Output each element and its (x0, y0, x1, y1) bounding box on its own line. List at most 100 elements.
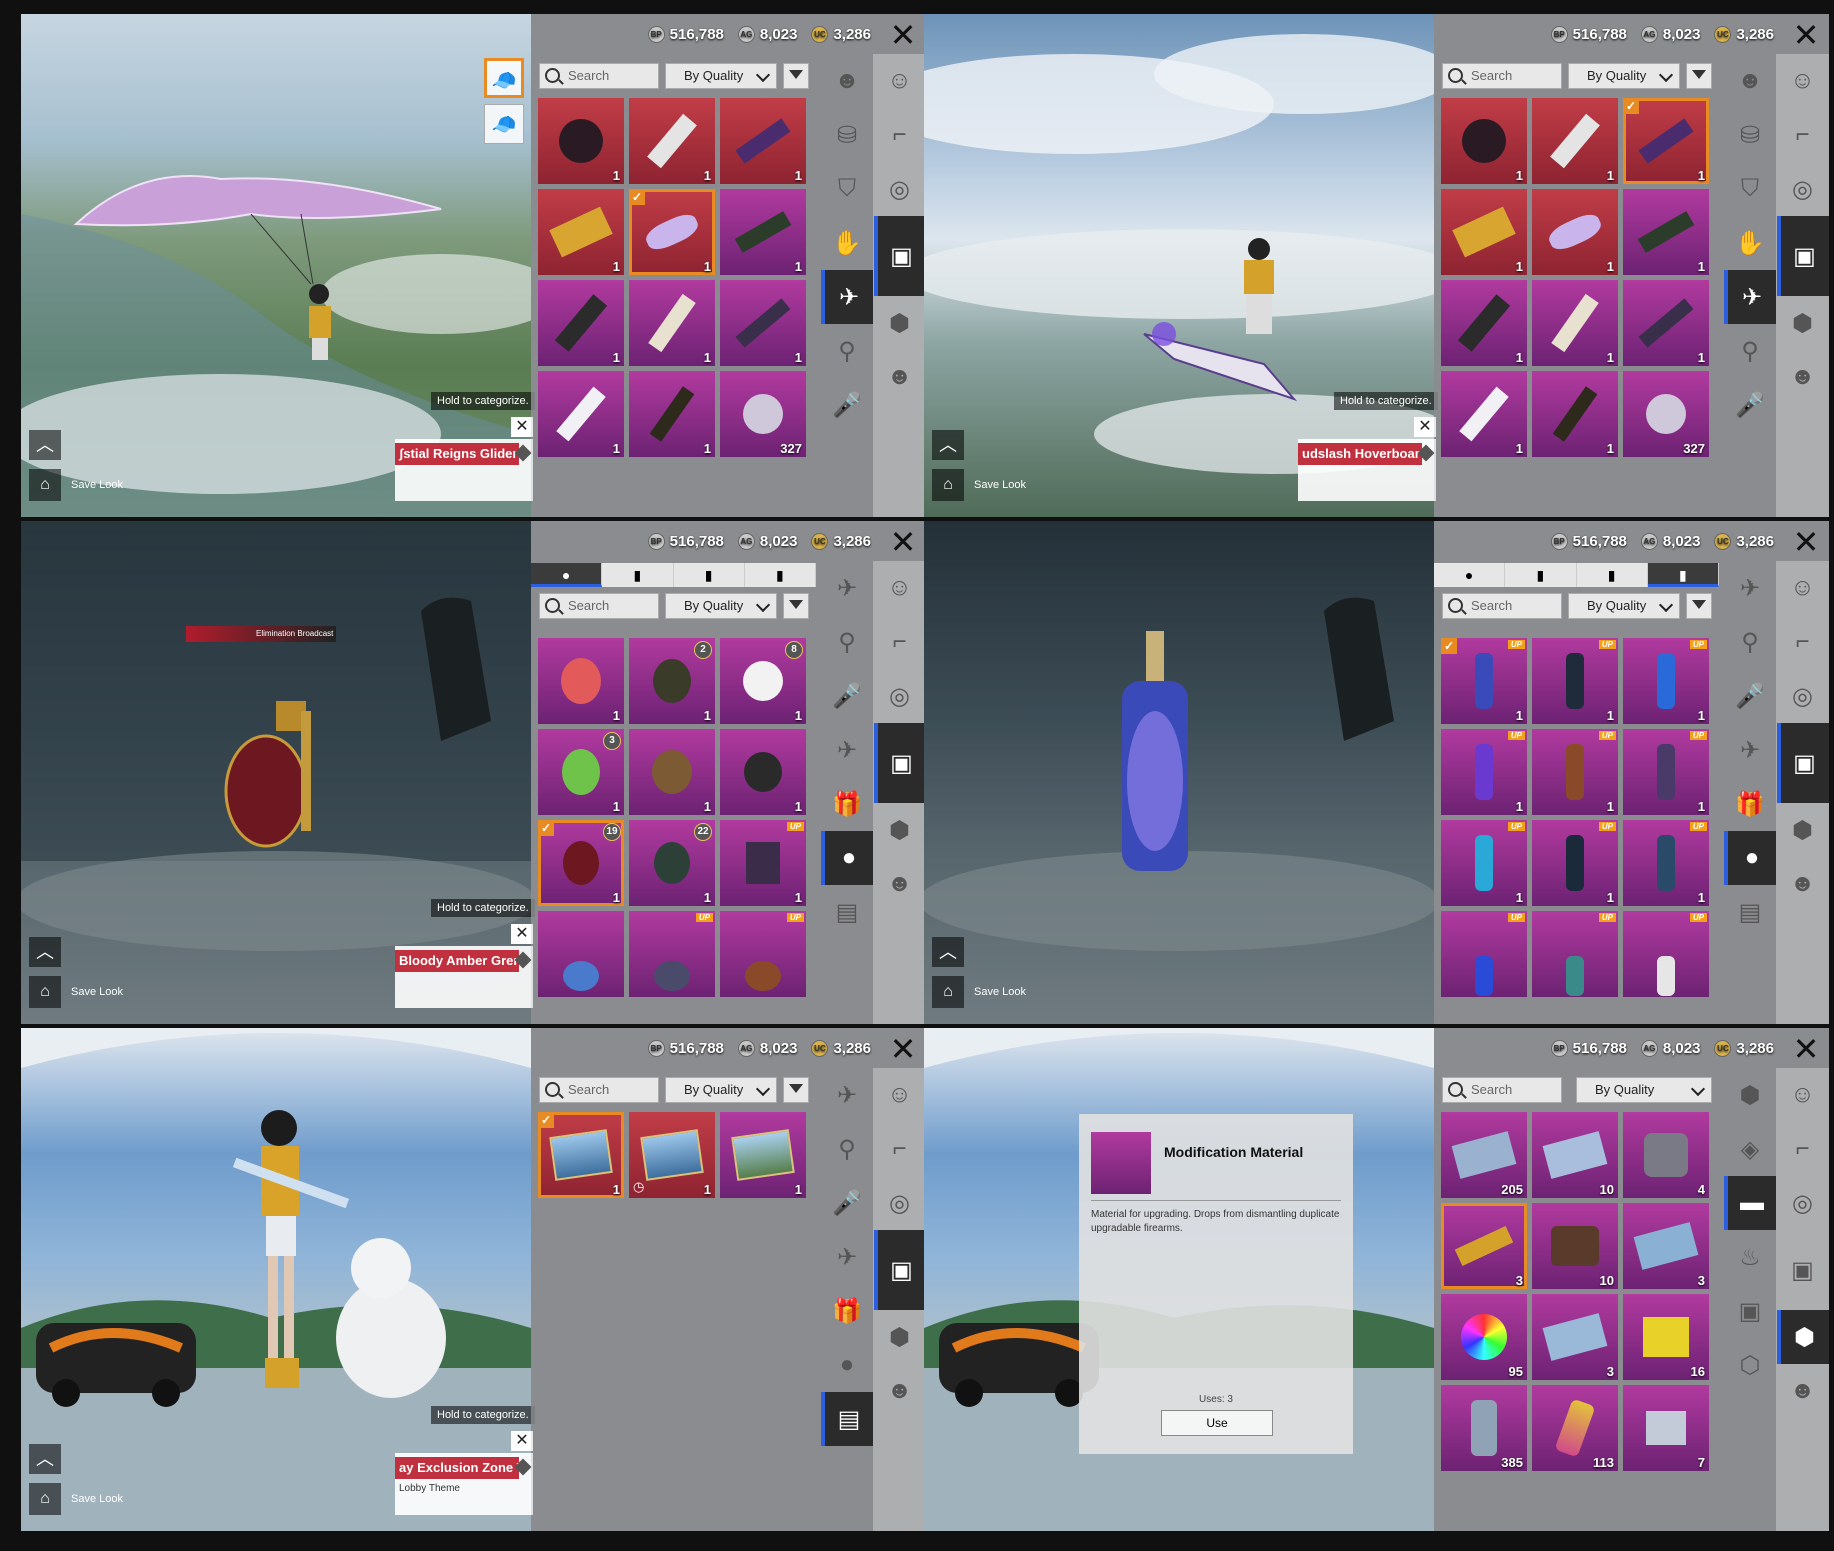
glider-category-icon[interactable]: ✈ (825, 561, 869, 615)
gun-icon[interactable]: ⌐ (1781, 108, 1825, 162)
crate-icon[interactable]: ⬢ (878, 803, 922, 857)
crate-icon[interactable]: ⬢ (1781, 296, 1825, 350)
parachute-icon[interactable]: ⛉ (1728, 162, 1772, 216)
item-slot[interactable]: 1 (629, 98, 715, 184)
item-slot[interactable]: 1 (1532, 280, 1618, 366)
picture-icon[interactable]: ▤ (1728, 885, 1772, 939)
companion-icon[interactable]: ☻ (1781, 350, 1825, 404)
steering-wheel-icon[interactable]: ◎ (1781, 162, 1825, 216)
item-slot[interactable]: 1 (629, 371, 715, 457)
item-slot[interactable]: 1 (538, 638, 624, 724)
item-slot[interactable]: UP (1532, 911, 1618, 997)
search-input[interactable]: Search (539, 63, 659, 89)
inventory-box-icon[interactable]: ▣ (873, 216, 926, 296)
glider-category-icon[interactable]: ✈ (825, 1068, 869, 1122)
item-slot[interactable]: 1 (720, 189, 806, 275)
steering-wheel-icon[interactable]: ◎ (878, 1176, 922, 1230)
item-slot[interactable]: 10 (1532, 1112, 1618, 1198)
tab-molotov[interactable]: ▮ (1647, 563, 1719, 587)
companion-icon[interactable]: ☻ (878, 350, 922, 404)
close-icon[interactable]: ✕ (888, 19, 918, 51)
item-slot[interactable]: 1 (720, 280, 806, 366)
item-slot[interactable]: UP 1 (1532, 820, 1618, 906)
save-look-button[interactable]: ⌂ Save Look (29, 469, 123, 501)
steering-wheel-icon[interactable]: ◎ (1781, 669, 1825, 723)
character-icon[interactable]: ☺ (1781, 54, 1825, 108)
tab-grenade[interactable]: ● (1434, 563, 1506, 587)
inventory-box-icon[interactable]: ▣ (1776, 216, 1829, 296)
tab-grenade[interactable]: ● (531, 563, 603, 587)
throwable-category-icon[interactable]: ● (1724, 831, 1776, 885)
gift-icon[interactable]: 🎁 (825, 777, 869, 831)
item-slot[interactable]: 1 (629, 280, 715, 366)
crate-icon[interactable]: ⬢ (1781, 803, 1825, 857)
save-look-button[interactable]: ⌂ Save Look (29, 1483, 123, 1515)
location-pin-icon[interactable]: ⚲ (1728, 324, 1772, 378)
microphone-icon[interactable]: 🎤 (825, 1176, 869, 1230)
sort-dropdown[interactable]: By Quality (1568, 63, 1680, 89)
item-slot[interactable]: UP 1 (1532, 729, 1618, 815)
item-slot[interactable]: UP 1 (1441, 729, 1527, 815)
expand-up-button[interactable]: ︿ (932, 937, 964, 967)
cube-icon[interactable]: ⬡ (1728, 1338, 1772, 1392)
item-slot[interactable]: 113 (1532, 1385, 1618, 1471)
location-pin-icon[interactable]: ⚲ (825, 324, 869, 378)
item-slot[interactable]: 1 (538, 280, 624, 366)
item-slot[interactable]: 1 (1441, 189, 1527, 275)
search-input[interactable]: Search (539, 593, 659, 619)
item-slot[interactable]: 1 (720, 729, 806, 815)
picture-icon[interactable]: ▤ (821, 1392, 873, 1446)
location-pin-icon[interactable]: ⚲ (825, 1122, 869, 1176)
item-slot[interactable]: 1 (1532, 189, 1618, 275)
item-slot[interactable]: 21 (629, 638, 715, 724)
character-icon[interactable]: ☺ (878, 1068, 922, 1122)
crate-icon[interactable]: ⬢ (878, 1310, 922, 1364)
cube-category-icon[interactable]: ⬢ (1776, 1310, 1829, 1364)
item-slot[interactable]: 205 (1441, 1112, 1527, 1198)
microphone-icon[interactable]: 🎤 (1728, 378, 1772, 432)
item-slot-selected[interactable]: ✓ 1 (629, 189, 715, 275)
item-slot[interactable]: 10 (1532, 1203, 1618, 1289)
sort-dropdown[interactable]: By Quality (1568, 593, 1680, 619)
throwable-category-icon[interactable]: ● (821, 831, 873, 885)
emote-face-icon[interactable]: ☻ (1728, 54, 1772, 108)
expand-up-button[interactable]: ︿ (29, 1444, 61, 1474)
item-slot-selected[interactable]: ✓ 1 (1623, 98, 1709, 184)
close-tag-icon[interactable]: ✕ (511, 924, 533, 944)
item-slot[interactable]: UP 1 (1623, 638, 1709, 724)
gun-icon[interactable]: ⌐ (1781, 1122, 1825, 1176)
backpack-icon[interactable]: ⛁ (825, 108, 869, 162)
item-slot[interactable]: 1 (538, 98, 624, 184)
item-slot-selected[interactable]: ✓ 1 (538, 1112, 624, 1198)
tab-smoke[interactable]: ▮ (1505, 563, 1577, 587)
item-slot[interactable]: 1 (1532, 371, 1618, 457)
expand-up-button[interactable]: ︿ (29, 937, 61, 967)
microphone-icon[interactable]: 🎤 (1728, 669, 1772, 723)
search-input[interactable]: Search (1442, 1077, 1562, 1103)
item-slot[interactable]: 16 (1623, 1294, 1709, 1380)
inventory-box-icon[interactable]: ▣ (873, 723, 926, 803)
filter-button[interactable] (783, 1077, 809, 1103)
close-icon[interactable]: ✕ (1791, 19, 1821, 51)
airplane-icon[interactable]: ✈ (1728, 723, 1772, 777)
emote-face-icon[interactable]: ☻ (825, 54, 869, 108)
item-slot[interactable]: 95 (1441, 1294, 1527, 1380)
close-tag-icon[interactable]: ✕ (1414, 417, 1436, 437)
item-slot[interactable]: 22 1 (629, 820, 715, 906)
item-slot[interactable]: UP (1623, 911, 1709, 997)
microphone-icon[interactable]: 🎤 (825, 378, 869, 432)
gun-icon[interactable]: ⌐ (1781, 615, 1825, 669)
expand-up-button[interactable]: ︿ (29, 430, 61, 460)
gun-icon[interactable]: ⌐ (878, 615, 922, 669)
character-icon[interactable]: ☺ (878, 561, 922, 615)
companion-icon[interactable]: ☻ (1781, 1364, 1825, 1418)
item-slot[interactable]: 1 (1623, 280, 1709, 366)
item-slot[interactable]: 1 (629, 729, 715, 815)
search-input[interactable]: Search (1442, 63, 1562, 89)
airplane-icon[interactable]: ✈ (825, 1230, 869, 1284)
glove-icon[interactable]: ✋ (1728, 216, 1772, 270)
close-icon[interactable]: ✕ (1791, 1033, 1821, 1065)
item-slot[interactable]: 1 (1623, 189, 1709, 275)
filter-button[interactable] (1686, 63, 1712, 89)
item-slot[interactable]: UP 1 (720, 820, 806, 906)
